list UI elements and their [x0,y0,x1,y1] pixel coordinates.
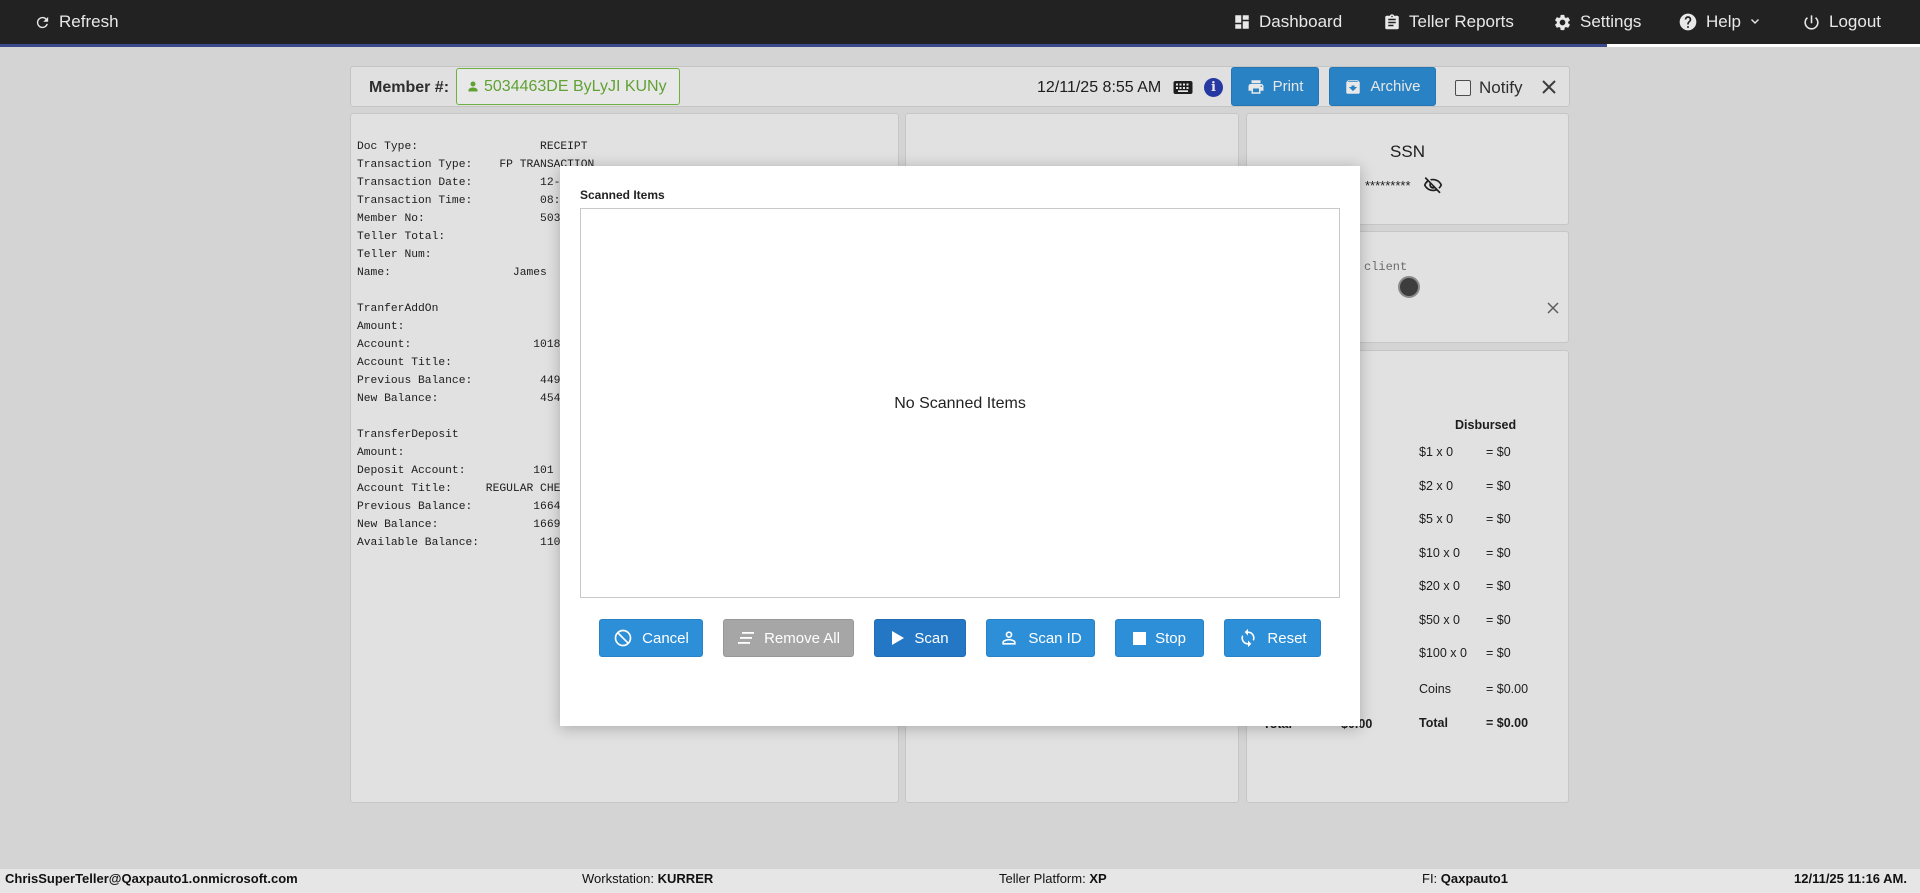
dashboard-icon [1235,15,1249,29]
scanned-items-modal: Scanned Items No Scanned Items Cancel Re… [560,166,1360,726]
user-outline-icon [1002,631,1016,645]
stop-label: Stop [1155,629,1186,647]
modal-title: Scanned Items [580,188,665,202]
nav-help-label: Help [1706,12,1741,31]
platform-label: Teller Platform: [999,871,1086,886]
reset-label: Reset [1267,629,1307,647]
help-circle-icon [1679,13,1697,31]
nav-dashboard-label: Dashboard [1259,12,1343,31]
nav-teller-reports-label: Teller Reports [1409,12,1514,31]
cancel-label: Cancel [642,629,689,647]
footer-fi: FI: Qaxpauto1 [1422,869,1508,889]
remove-all-icon [738,632,755,644]
status-footer: ChrisSuperTeller@Qaxpauto1.onmicrosoft.c… [0,869,1920,893]
footer-datetime: 12/11/25 11:16 AM. [1794,871,1907,886]
gear-icon [1555,14,1570,30]
remove-all-label: Remove All [764,629,840,647]
nav-dashboard[interactable]: Dashboard [1233,0,1342,44]
fi-label: FI: [1422,871,1438,886]
nav-logout[interactable]: Logout [1802,0,1881,44]
cancel-icon [614,629,632,647]
refresh-icon [36,16,49,28]
nav-settings-label: Settings [1580,12,1642,31]
fi-value: Qaxpauto1 [1440,871,1508,886]
remove-all-button[interactable]: Remove All [723,619,854,657]
chevron-down-icon [1750,19,1759,24]
power-icon [1804,14,1819,30]
nav-logout-label: Logout [1829,12,1881,31]
reset-button[interactable]: Reset [1224,619,1321,657]
scan-id-button[interactable]: Scan ID [986,619,1095,657]
clipboard-icon [1385,13,1399,29]
scan-button[interactable]: Scan [874,619,966,657]
workstation-label: Workstation: [582,871,655,886]
nav-settings[interactable]: Settings [1553,0,1641,44]
platform-value: XP [1089,871,1107,886]
nav-teller-reports[interactable]: Teller Reports [1383,0,1514,44]
refresh-label: Refresh [59,12,119,31]
cancel-button[interactable]: Cancel [599,619,703,657]
empty-message: No Scanned Items [894,395,1026,412]
footer-workstation: Workstation: KURRER [582,869,713,889]
sync-icon [1241,628,1256,648]
scan-id-label: Scan ID [1028,629,1082,647]
play-icon [892,631,905,645]
scan-label: Scan [914,629,949,647]
stop-icon [1133,631,1147,645]
top-navigation-bar: Refresh Dashboard Teller Reports Setting… [0,0,1920,44]
footer-user: ChrisSuperTeller@Qaxpauto1.onmicrosoft.c… [5,871,298,886]
scanned-items-area[interactable]: No Scanned Items [580,208,1340,598]
nav-help[interactable]: Help [1678,0,1761,44]
refresh-button[interactable]: Refresh [34,0,119,44]
stop-button[interactable]: Stop [1115,619,1204,657]
footer-platform: Teller Platform: XP [999,869,1107,889]
workstation-value: KURRER [657,871,714,886]
